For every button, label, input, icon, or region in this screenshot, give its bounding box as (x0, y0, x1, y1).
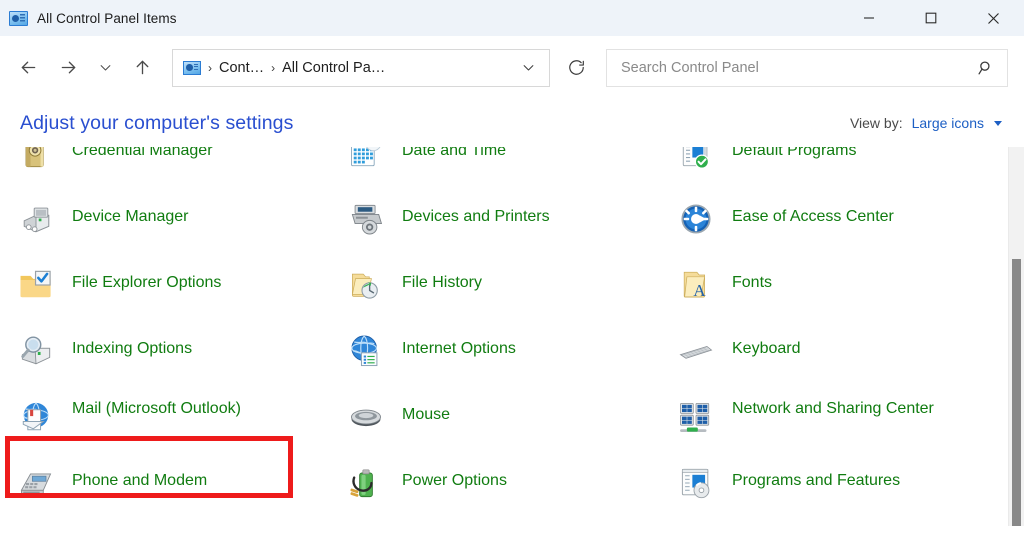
control-panel-item[interactable]: A Fonts (674, 257, 1004, 323)
back-button[interactable] (8, 48, 48, 88)
window-controls (838, 0, 1024, 36)
scrollbar-thumb[interactable] (1012, 259, 1021, 526)
view-by-label: View by: (849, 115, 903, 131)
control-panel-item[interactable]: Phone and Modem (14, 455, 344, 521)
svg-text:A: A (693, 281, 706, 300)
search-icon[interactable] (977, 59, 995, 77)
control-panel-item-label[interactable]: File History (402, 263, 482, 293)
control-panel-item[interactable]: File Explorer Options (14, 257, 344, 323)
control-panel-item[interactable]: Internet Options (344, 323, 674, 389)
control-panel-item-label[interactable]: Keyboard (732, 329, 801, 359)
content-header: Adjust your computer's settings View by:… (0, 99, 1024, 147)
ease-of-access-icon (674, 197, 718, 241)
view-by-control[interactable]: View by: Large icons (850, 115, 1002, 131)
control-panel-item[interactable]: Default Programs (674, 147, 1004, 191)
breadcrumb-item-0[interactable]: Cont… (219, 60, 264, 76)
control-panel-item-label[interactable]: Mouse (402, 395, 450, 425)
recent-locations-button[interactable] (88, 48, 122, 88)
maximize-button[interactable] (900, 0, 962, 36)
search-box[interactable] (606, 48, 1008, 87)
breadcrumb-item-1[interactable]: All Control Pa… (282, 60, 385, 76)
navigation-toolbar: › Cont… › All Control Pa… (0, 36, 1024, 99)
fonts-icon: A (674, 263, 718, 307)
file-history-icon (344, 263, 388, 307)
breadcrumb-control-panel-icon (183, 60, 201, 75)
control-panel-items-area: Credential Manager Date and Time Default… (0, 147, 1024, 526)
control-panel-item[interactable]: Indexing Options (14, 323, 344, 389)
keyboard-icon (674, 329, 718, 373)
mail-icon (14, 395, 58, 439)
control-panel-item-label[interactable]: Device Manager (72, 197, 189, 227)
phone-and-modem-icon (14, 461, 58, 505)
control-panel-item-label[interactable]: File Explorer Options (72, 263, 221, 293)
up-button[interactable] (122, 48, 162, 88)
device-manager-icon (14, 197, 58, 241)
refresh-button[interactable] (558, 50, 594, 86)
control-panel-icon (9, 10, 28, 26)
control-panel-item-label[interactable]: Power Options (402, 461, 507, 491)
control-panel-item[interactable]: Ease of Access Center (674, 191, 1004, 257)
control-panel-item-label[interactable]: Credential Manager (72, 147, 213, 161)
control-panel-item-label[interactable]: Fonts (732, 263, 772, 293)
control-panel-item[interactable]: Mail (Microsoft Outlook) (14, 389, 344, 455)
control-panel-item-label[interactable]: Programs and Features (732, 461, 900, 491)
title-bar: All Control Panel Items (0, 0, 1024, 36)
indexing-options-icon (14, 329, 58, 373)
control-panel-item-label[interactable]: Ease of Access Center (732, 197, 894, 227)
control-panel-item[interactable]: Keyboard (674, 323, 1004, 389)
network-sharing-icon (674, 395, 718, 439)
page-title: Adjust your computer's settings (20, 111, 294, 134)
control-panel-item[interactable]: File History (344, 257, 674, 323)
window-title: All Control Panel Items (37, 10, 177, 26)
internet-options-icon (344, 329, 388, 373)
breadcrumb-separator: › (271, 60, 276, 75)
file-explorer-options-icon (14, 263, 58, 307)
default-programs-icon (674, 147, 718, 175)
programs-and-features-icon (674, 461, 718, 505)
control-panel-item[interactable]: Device Manager (14, 191, 344, 257)
breadcrumb-separator: › (208, 60, 212, 75)
control-panel-item[interactable]: Devices and Printers (344, 191, 674, 257)
chevron-down-icon[interactable] (511, 51, 545, 85)
control-panel-item-label[interactable]: Indexing Options (72, 329, 192, 359)
control-panel-item-label[interactable]: Phone and Modem (72, 461, 207, 491)
address-bar[interactable]: › Cont… › All Control Pa… (172, 48, 550, 87)
title-bar-left: All Control Panel Items (0, 10, 177, 26)
credential-manager-icon (14, 147, 58, 175)
date-and-time-icon (344, 147, 388, 175)
control-panel-item[interactable]: Credential Manager (14, 147, 344, 191)
devices-and-printers-icon (344, 197, 388, 241)
control-panel-item[interactable]: Date and Time (344, 147, 674, 191)
control-panel-item-label[interactable]: Date and Time (402, 147, 506, 161)
minimize-button[interactable] (838, 0, 900, 36)
control-panel-item-label[interactable]: Network and Sharing Center (732, 395, 934, 419)
control-panel-item-label[interactable]: Devices and Printers (402, 197, 550, 227)
close-button[interactable] (962, 0, 1024, 36)
control-panel-item[interactable]: Network and Sharing Center (674, 389, 1004, 455)
control-panel-item[interactable]: Power Options (344, 455, 674, 521)
control-panel-item[interactable]: Mouse (344, 389, 674, 455)
control-panel-item-label[interactable]: Internet Options (402, 329, 516, 359)
mouse-icon (344, 395, 388, 439)
control-panel-item-label[interactable]: Mail (Microsoft Outlook) (72, 395, 241, 419)
search-input[interactable] (621, 59, 977, 76)
control-panel-item-label[interactable]: Default Programs (732, 147, 857, 161)
view-by-value[interactable]: Large icons (912, 115, 984, 131)
vertical-scrollbar[interactable] (1008, 147, 1024, 526)
caret-down-icon[interactable] (994, 120, 1002, 126)
control-panel-items-grid: Credential Manager Date and Time Default… (0, 147, 1006, 521)
power-options-icon (344, 461, 388, 505)
control-panel-item[interactable]: Programs and Features (674, 455, 1004, 521)
forward-button[interactable] (48, 48, 88, 88)
